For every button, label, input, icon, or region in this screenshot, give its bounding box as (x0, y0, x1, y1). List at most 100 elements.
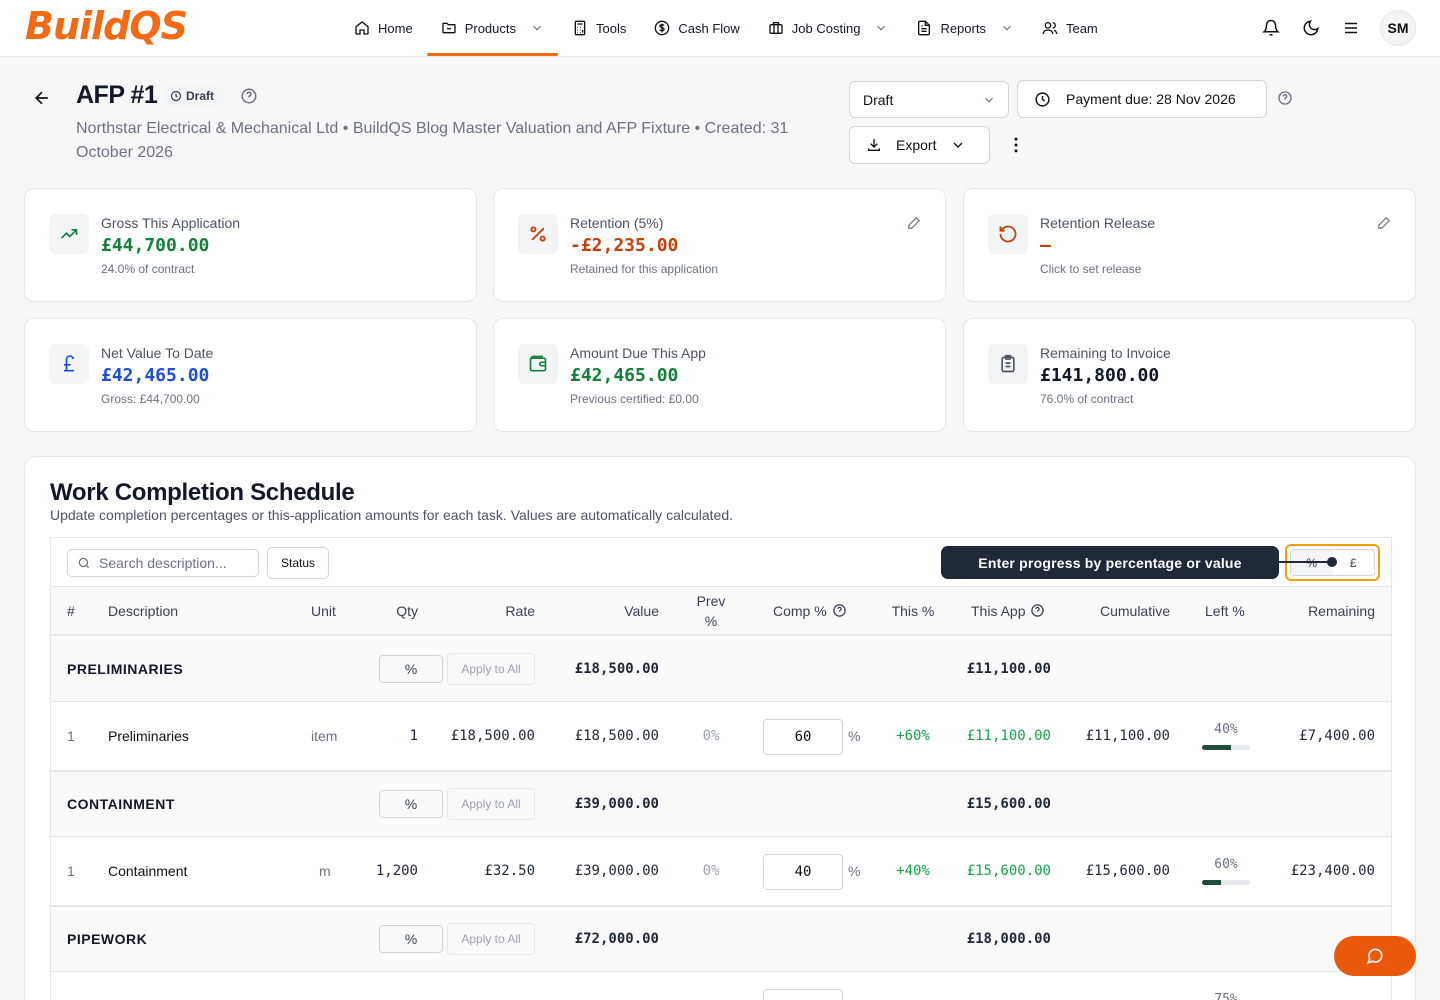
pencil-icon[interactable] (1377, 216, 1391, 230)
col-comp-label: Comp % (773, 602, 827, 619)
nav-item-team[interactable]: Team (1028, 0, 1112, 56)
nav-item-tools[interactable]: Tools (558, 0, 640, 56)
wallet-icon (529, 355, 547, 372)
comp-percent-input[interactable]: 60 (763, 719, 843, 755)
help-circle-icon[interactable] (1030, 603, 1045, 618)
card-remaining-to-invoice: Remaining to Invoice £141,800.00 76.0% o… (963, 318, 1416, 432)
apply-to-all-button[interactable]: Apply to All (447, 788, 535, 820)
briefcase-icon (769, 22, 783, 34)
row-rate: £18,500.00 (450, 728, 535, 744)
nav-item-reports[interactable]: Reports (902, 0, 1028, 56)
nav-item-job-costing[interactable]: Job Costing (754, 0, 903, 56)
group-percent-input[interactable]: % (379, 925, 443, 953)
group-this-app: £11,100.00 (966, 661, 1051, 677)
theme-toggle-button[interactable] (1300, 17, 1322, 39)
pencil-icon[interactable] (907, 216, 921, 230)
card-label: Remaining to Invoice (1040, 345, 1171, 361)
nav-label: Tools (596, 20, 627, 36)
toggle-pound[interactable]: £ (1333, 550, 1375, 575)
folder-icon (442, 22, 456, 34)
row-this-app: £15,600.00 (966, 863, 1051, 879)
row-prev: 0% (702, 863, 720, 879)
row-num: 1 (67, 863, 75, 879)
help-circle-icon[interactable] (240, 87, 258, 105)
row-rate: £32.50 (484, 863, 535, 879)
payment-due-button[interactable]: Payment due: 28 Nov 2026 (1017, 80, 1267, 118)
card-icon (49, 344, 89, 384)
col-rate: Rate (505, 602, 535, 619)
percent-suffix: % (848, 728, 861, 744)
nav-actions: SM (1260, 10, 1416, 46)
back-arrow-icon[interactable] (32, 88, 52, 108)
row-this-pct: +60% (896, 728, 930, 744)
card-label: Gross This Application (101, 215, 241, 231)
row-description: Containment (108, 863, 188, 879)
card-sub: Gross: £44,700.00 (101, 392, 200, 406)
table-toolbar: Search description... Status % £ Enter p… (51, 538, 1391, 587)
table-row: 1 Containment m 1,200 £32.50 £39,000.00 … (51, 837, 1391, 907)
clock-icon (170, 90, 182, 102)
card-retention-release[interactable]: Retention Release — Click to set release (963, 188, 1416, 302)
help-circle-icon[interactable] (832, 603, 847, 618)
help-circle-icon[interactable] (1277, 90, 1293, 106)
comp-percent-input[interactable]: 40 (763, 854, 843, 890)
row-cumulative: £11,100.00 (1085, 728, 1170, 744)
status-select[interactable]: Draft (849, 81, 1009, 118)
chevron-down-icon (1003, 25, 1011, 31)
more-vertical-icon[interactable] (1006, 135, 1026, 155)
nav-item-cash-flow[interactable]: Cash Flow (640, 0, 753, 56)
card-net-value-to-date: Net Value To Date £42,465.00 Gross: £44,… (24, 318, 477, 432)
tooltip: Enter progress by percentage or value (941, 546, 1279, 579)
tooltip-pointer (1276, 561, 1331, 563)
row-this-pct: +40% (896, 863, 930, 879)
group-percent-input[interactable]: % (379, 790, 443, 818)
card-value: £141,800.00 (1040, 365, 1160, 386)
nav-label: Team (1065, 20, 1098, 36)
home-icon (355, 21, 369, 35)
card-sub: Click to set release (1040, 262, 1142, 276)
group-percent-input[interactable]: % (379, 655, 443, 683)
nav-menu: Home Products Tools Cash Flow Job Costin… (340, 0, 1112, 56)
work-completion-schedule: Work Completion Schedule Update completi… (24, 456, 1416, 1000)
comp-percent-input[interactable] (763, 989, 843, 1000)
logo[interactable]: BuildQS (25, 4, 188, 48)
nav-item-products[interactable]: Products (426, 0, 559, 56)
export-button[interactable]: Export (849, 126, 990, 164)
nav-label: Cash Flow (678, 20, 740, 36)
col-cumulative: Cumulative (1099, 602, 1170, 619)
row-num: 1 (67, 728, 75, 744)
schedule-table: Search description... Status % £ Enter p… (50, 537, 1392, 1000)
col-unit: Unit (311, 602, 336, 619)
card-sub: 24.0% of contract (101, 262, 195, 276)
chevron-down-icon (877, 25, 886, 31)
row-remaining: £7,400.00 (1299, 728, 1375, 744)
card-icon (988, 214, 1028, 254)
apply-to-all-button[interactable]: Apply to All (447, 653, 535, 685)
table-row: 1 Preliminaries item 1 £18,500.00 £18,50… (51, 702, 1391, 772)
percent-icon (530, 226, 546, 242)
section-description: Update completion percentages or this-ap… (50, 507, 734, 523)
dollar-circle-icon (655, 20, 670, 36)
col-this-app: This App (971, 587, 1045, 634)
row-unit: item (311, 728, 338, 744)
group-this-app: £18,000.00 (966, 931, 1051, 947)
chat-button[interactable] (1334, 936, 1416, 976)
menu-button[interactable] (1340, 17, 1362, 39)
notifications-button[interactable] (1260, 17, 1282, 39)
col-qty: Qty (396, 602, 418, 619)
page-subtitle: Northstar Electrical & Mechanical Ltd • … (76, 120, 789, 161)
col-this-app-label: This App (971, 602, 1026, 619)
status-filter-button[interactable]: Status (267, 547, 329, 579)
nav-item-home[interactable]: Home (340, 0, 427, 56)
card-sub: Previous certified: £0.00 (570, 392, 699, 406)
avatar[interactable]: SM (1380, 10, 1416, 46)
row-qty: 1 (409, 728, 418, 744)
group-row: PRELIMINARIES % Apply to All £18,500.00 … (51, 637, 1391, 702)
row-left-pct: 75% (1214, 992, 1238, 1000)
apply-to-all-button[interactable]: Apply to All (447, 923, 535, 955)
group-row: PIPEWORK % Apply to All £72,000.00 £18,0… (51, 907, 1391, 972)
col-remaining: Remaining (1308, 602, 1375, 619)
col-description: Description (108, 602, 179, 619)
search-input[interactable]: Search description... (67, 549, 259, 577)
nav-label: Home (378, 20, 413, 36)
